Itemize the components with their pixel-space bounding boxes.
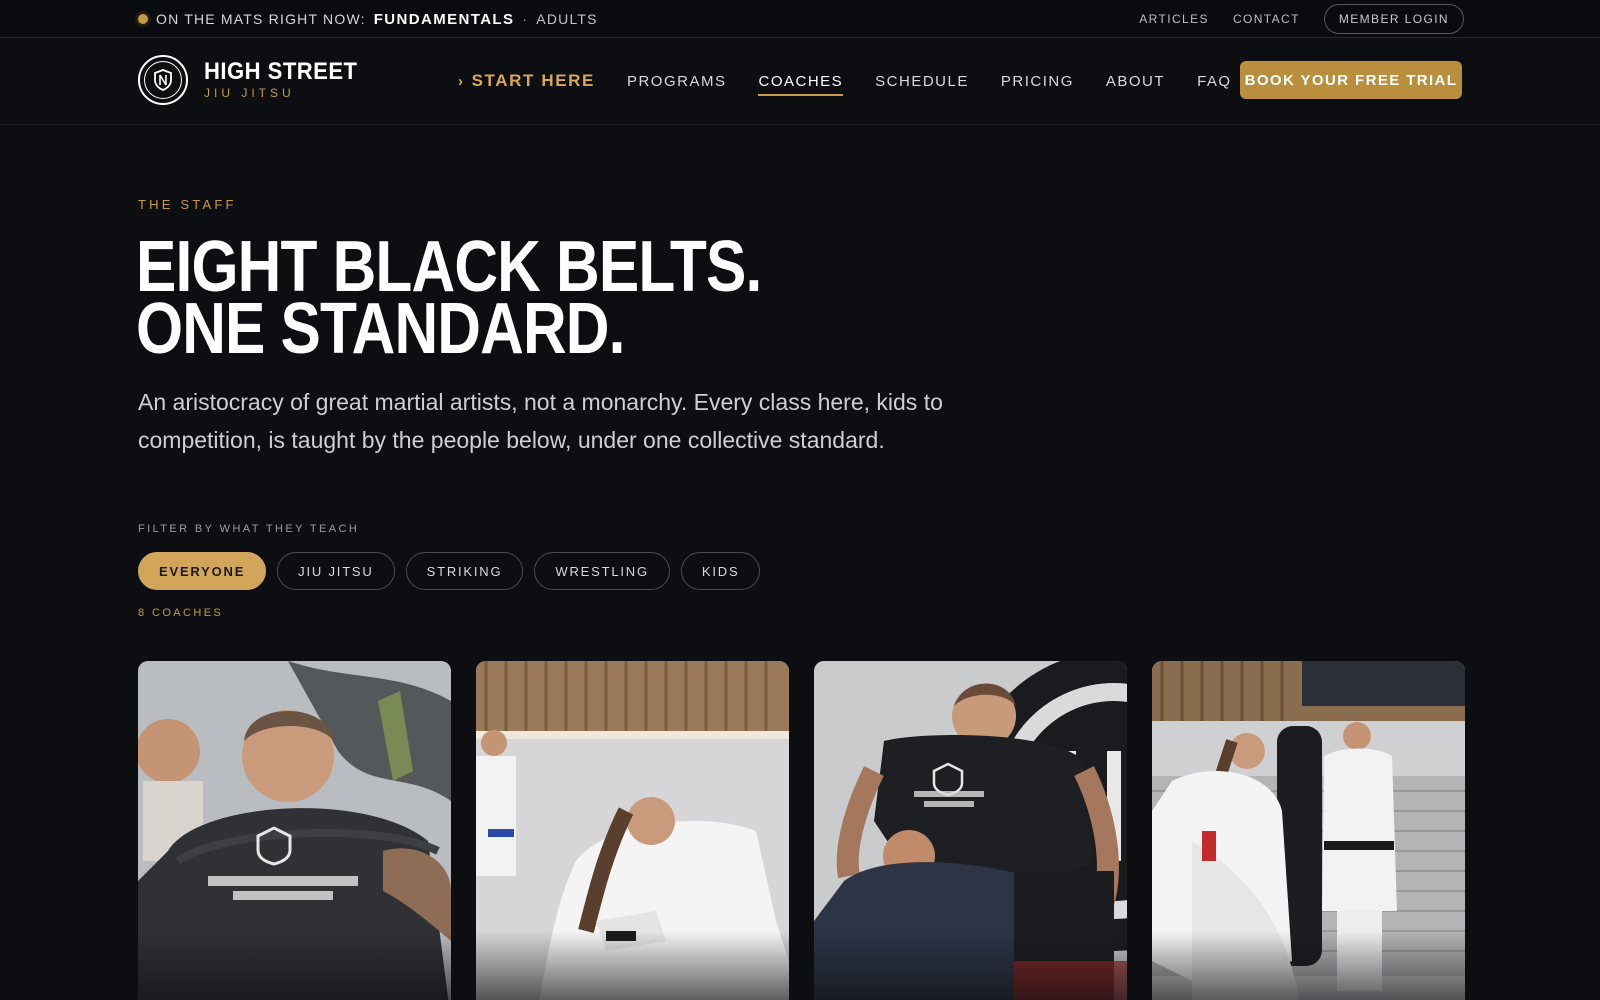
member-login-button[interactable]: MEMBER LOGIN [1323,4,1464,34]
nav-item-coaches[interactable]: COACHES [758,67,843,96]
book-free-trial-button[interactable]: BOOK YOUR FREE TRIAL [1240,61,1462,99]
now-class-group: ADULTS [536,11,598,27]
page-title: EIGHT BLACK BELTS. ONE STANDARD. [136,231,762,369]
filter-chip-wrestling[interactable]: WRESTLING [534,552,670,590]
section-eyebrow: THE STAFF [138,197,237,212]
now-separator: · [522,11,529,27]
now-prefix: ON THE MATS RIGHT NOW: [156,11,366,27]
nav-item-faq[interactable]: FAQ [1197,67,1232,96]
articles-link[interactable]: ARTICLES [1139,12,1209,26]
start-here-link[interactable]: › START HERE [458,71,595,91]
filter-chip-jiu-jitsu[interactable]: JIU JITSU [277,552,395,590]
hero-description: An aristocracy of great martial artists,… [138,389,943,453]
brand-name: HIGH STREET [204,58,358,85]
coach-count: 8 COACHES [138,607,224,619]
coach-card[interactable] [1152,661,1465,1000]
nav-menu: › START HERE PROGRAMS COACHES SCHEDULE P… [458,38,1296,124]
filter-chip-kids[interactable]: KIDS [680,552,761,590]
filter-chip-striking[interactable]: STRIKING [405,552,524,590]
now-class-name: FUNDAMENTALS [373,10,515,28]
announcement-bar: ON THE MATS RIGHT NOW: FUNDAMENTALS · AD… [0,0,1600,38]
nav-item-pricing[interactable]: PRICING [1001,67,1074,96]
nav-item-about[interactable]: ABOUT [1106,67,1165,96]
filter-chips: EVERYONE JIU JITSU STRIKING WRESTLING KI… [138,552,761,590]
chevron-right-icon: › [458,72,465,90]
nav-item-programs[interactable]: PROGRAMS [627,67,727,96]
shield-logo-icon [138,55,188,105]
brand-subtitle: JIU JITSU [204,86,295,100]
coach-card[interactable] [476,661,789,1000]
nav-item-schedule[interactable]: SCHEDULE [875,67,969,96]
coach-card[interactable] [138,661,451,1000]
filter-chip-everyone[interactable]: EVERYONE [138,552,267,590]
main-nav: HIGH STREET JIU JITSU › START HERE PROGR… [0,38,1600,125]
coach-card[interactable] [814,661,1127,1000]
utility-links: ARTICLES CONTACT MEMBER LOGIN [1139,0,1464,38]
start-here-label: START HERE [471,71,595,90]
coach-grid [138,661,1465,1000]
filter-label: FILTER BY WHAT THEY TEACH [138,523,360,535]
contact-link[interactable]: CONTACT [1233,12,1300,26]
live-dot-icon [138,14,148,24]
now-on-mats: ON THE MATS RIGHT NOW: FUNDAMENTALS · AD… [138,0,598,38]
title-line-2: ONE STANDARD. [136,289,625,369]
brand-logo[interactable]: HIGH STREET JIU JITSU [138,55,371,105]
